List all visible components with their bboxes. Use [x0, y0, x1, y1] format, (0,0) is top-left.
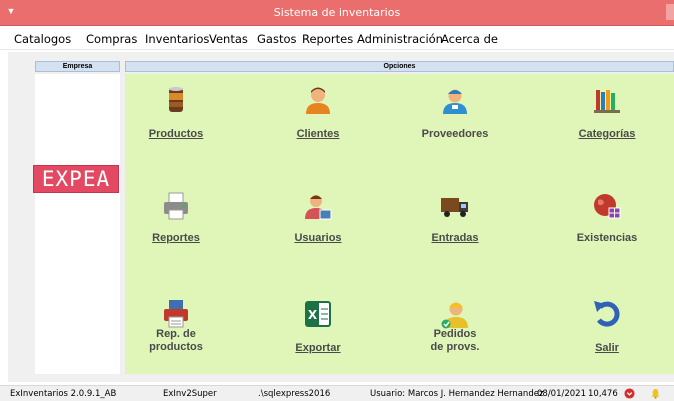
tile-pedidos-provs[interactable]: Pedidos de provs.: [395, 298, 515, 368]
user-card-icon: [305, 195, 332, 220]
menu-catalogos[interactable]: Catalogos: [14, 32, 71, 46]
tile-label: Entradas: [431, 232, 479, 244]
tile-label: Rep. de productos: [149, 328, 203, 353]
tile-label: Exportar: [295, 342, 341, 354]
status-version: ExInventarios 2.0.9.1_AB: [10, 389, 117, 399]
status-date: 08/01/2021: [537, 389, 586, 399]
tile-productos[interactable]: Productos: [116, 84, 236, 154]
excel-icon: X: [305, 301, 331, 327]
tile-rep-productos[interactable]: Rep. de productos: [116, 298, 236, 368]
title-bar: ▼ Sistema de inventarios: [0, 0, 674, 26]
tile-label: Categorías: [578, 128, 636, 140]
tile-reportes[interactable]: Reportes: [116, 190, 236, 260]
company-logo: EXPEA: [33, 165, 119, 193]
printer-icon: [164, 192, 188, 220]
status-user-code: ExInv2Super: [163, 389, 217, 399]
tile-label: Existencias: [576, 232, 638, 244]
tile-label: Reportes: [152, 232, 200, 244]
menu-reportes[interactable]: Reportes: [302, 32, 353, 46]
status-user: Usuario: Marcos J. Hernandez Hernandez: [370, 389, 544, 399]
cans-icon: [169, 87, 183, 112]
window-title: Sistema de inventarios: [273, 6, 401, 19]
order-person-icon: [441, 302, 468, 329]
empresa-header: Empresa: [35, 61, 120, 72]
tile-label: Salir: [595, 342, 619, 354]
menu-acerca-de[interactable]: Acerca de: [441, 32, 498, 46]
window-control-edge[interactable]: [666, 4, 674, 20]
status-server: .\sqlexpress2016: [258, 389, 331, 399]
opciones-header: Opciones: [125, 61, 674, 72]
tile-label: Pedidos de provs.: [430, 328, 480, 353]
tile-label: Productos: [148, 128, 204, 140]
tile-label: Proveedores: [421, 128, 489, 140]
tile-clientes[interactable]: Clientes: [258, 84, 378, 154]
bell-icon[interactable]: [650, 388, 661, 399]
alert-icon[interactable]: [624, 388, 635, 399]
svg-text:X: X: [308, 308, 318, 322]
tile-entradas[interactable]: Entradas: [395, 190, 515, 260]
globe-table-icon: [594, 194, 621, 219]
tile-existencias[interactable]: Existencias: [547, 190, 667, 260]
tile-label: Clientes: [296, 128, 340, 140]
status-bar: ExInventarios 2.0.9.1_AB ExInv2Super .\s…: [0, 385, 674, 401]
status-count: 10,476: [588, 389, 618, 399]
menu-compras[interactable]: Compras: [86, 32, 137, 46]
opciones-panel: Productos Clientes Proveedores Categoría…: [125, 74, 674, 374]
tile-categorias[interactable]: Categorías: [547, 84, 667, 154]
tile-salir[interactable]: Salir: [547, 298, 667, 368]
tile-proveedores[interactable]: Proveedores: [395, 84, 515, 154]
undo-arrow-icon: [594, 301, 620, 327]
tile-label: Usuarios: [294, 232, 342, 244]
report-printer-icon: [164, 300, 188, 328]
logo-text: EXPEA: [41, 167, 111, 191]
menu-gastos[interactable]: Gastos: [257, 32, 297, 46]
menu-administracion[interactable]: Administración: [357, 32, 443, 46]
books-icon: [594, 90, 620, 113]
truck-icon: [441, 198, 468, 217]
empresa-panel: [35, 74, 120, 374]
menu-inventarios[interactable]: Inventarios: [145, 32, 209, 46]
person-icon: [306, 87, 330, 114]
menu-ventas[interactable]: Ventas: [209, 32, 248, 46]
menu-bar: Catalogos Compras Inventarios Ventas Gas…: [0, 26, 674, 50]
tile-usuarios[interactable]: Usuarios: [258, 190, 378, 260]
tile-exportar[interactable]: X Exportar: [258, 298, 378, 368]
delivery-person-icon: [443, 89, 467, 114]
